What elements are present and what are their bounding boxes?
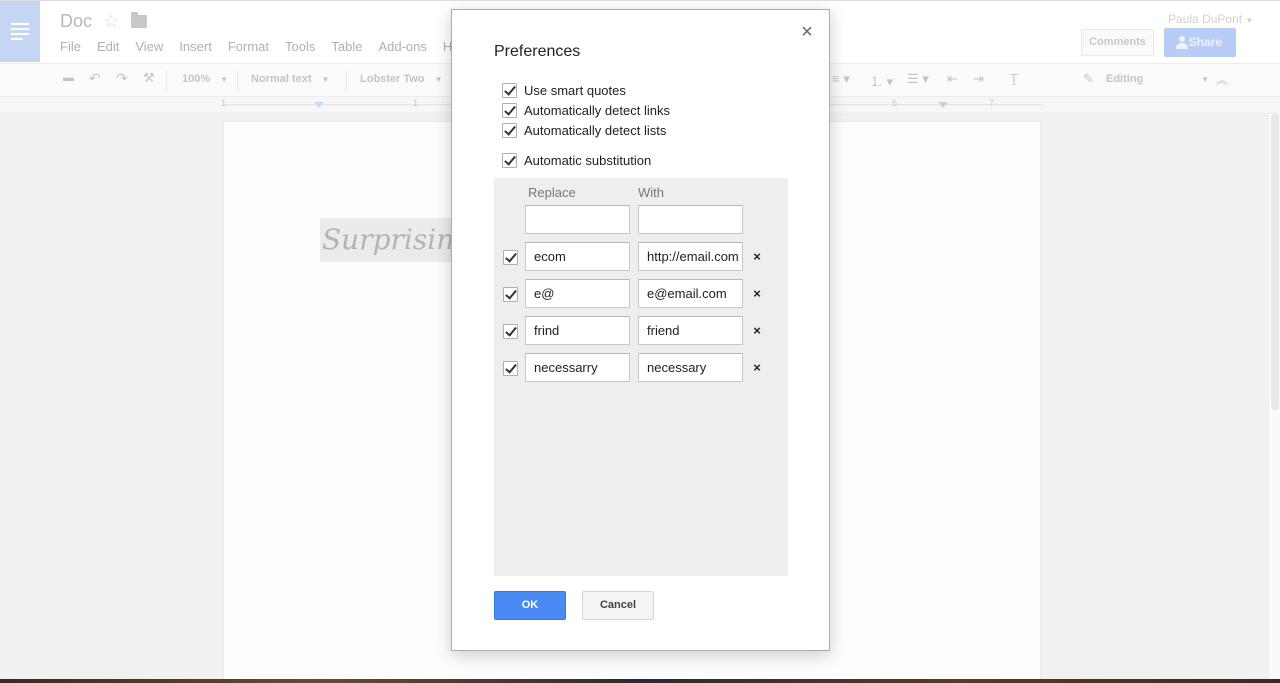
align-icon[interactable]: ≡ ▾ xyxy=(832,71,850,87)
font-select[interactable]: Lobster Two ▼ xyxy=(360,73,443,85)
clear-formatting-icon[interactable]: Ṯ xyxy=(1010,71,1018,86)
increase-indent-icon[interactable]: ⇥ xyxy=(973,71,984,87)
option-label[interactable]: Automatic substitution xyxy=(524,153,651,168)
replace-input[interactable]: frind xyxy=(525,316,630,345)
substitution-row-checkbox[interactable] xyxy=(503,324,518,339)
paint-format-icon[interactable]: ⚒ xyxy=(143,70,155,86)
with-input[interactable]: necessary xyxy=(638,353,743,382)
collapse-toolbar-icon[interactable]: ︽ xyxy=(1216,71,1228,88)
replace-input[interactable]: e@ xyxy=(525,279,630,308)
with-column-header: With xyxy=(638,185,664,200)
pencil-icon: ✎ xyxy=(1083,71,1094,86)
close-icon[interactable]: × xyxy=(799,22,815,42)
substitution-row-checkbox[interactable] xyxy=(503,361,518,376)
replace-input[interactable]: necessarry xyxy=(525,353,630,382)
replace-input[interactable]: ecom xyxy=(525,242,630,271)
new-with-input[interactable] xyxy=(638,205,743,234)
with-input[interactable]: e@email.com xyxy=(638,279,743,308)
delete-row-icon[interactable]: × xyxy=(752,361,762,374)
detect-links-checkbox[interactable] xyxy=(502,102,517,118)
redo-icon[interactable]: ↷ xyxy=(116,70,128,87)
print-icon[interactable]: ▬ xyxy=(63,72,74,84)
delete-row-icon[interactable]: × xyxy=(752,324,762,337)
detect-lists-checkbox[interactable] xyxy=(502,122,517,138)
replace-column-header: Replace xyxy=(528,185,576,200)
comments-button[interactable]: Comments xyxy=(1081,29,1154,56)
document-title[interactable]: Doc xyxy=(60,11,92,32)
indent-marker[interactable] xyxy=(314,102,324,108)
bulleted-list-icon[interactable]: ☰ ▾ xyxy=(907,71,929,87)
zoom-select[interactable]: 100% ▼ xyxy=(182,73,228,85)
smart-quotes-checkbox[interactable] xyxy=(502,82,517,98)
new-replace-input[interactable] xyxy=(525,205,630,234)
star-icon[interactable]: ☆ xyxy=(103,11,119,32)
ok-button[interactable]: OK xyxy=(494,591,566,620)
right-indent-marker[interactable] xyxy=(938,102,948,108)
option-detect-lists[interactable]: Automatically detect lists xyxy=(502,122,666,138)
automatic-substitution-checkbox[interactable] xyxy=(502,152,517,168)
document-text[interactable]: Surprising j xyxy=(320,218,460,262)
substitution-table: Replace With ecom http://email.com × e@ … xyxy=(494,178,788,576)
substitution-row-checkbox[interactable] xyxy=(503,287,518,302)
ruler-number: 7 xyxy=(989,98,995,108)
menu-view[interactable]: View xyxy=(135,39,163,54)
style-select[interactable]: Normal text ▼ xyxy=(251,73,329,85)
menu-format[interactable]: Format xyxy=(228,39,269,54)
editing-mode-select[interactable]: Editing ▼ xyxy=(1106,73,1209,85)
option-label[interactable]: Automatically detect lists xyxy=(524,123,666,138)
vertical-scrollbar[interactable] xyxy=(1268,114,1280,680)
preferences-dialog: × Preferences Use smart quotes Automatic… xyxy=(451,9,830,651)
scrollbar-thumb[interactable] xyxy=(1271,114,1279,410)
dialog-title: Preferences xyxy=(494,43,581,60)
option-smart-quotes[interactable]: Use smart quotes xyxy=(502,82,626,98)
undo-icon[interactable]: ↶ xyxy=(89,70,101,87)
menu-file[interactable]: File xyxy=(60,39,81,54)
ruler-number: 1 xyxy=(413,98,419,108)
delete-row-icon[interactable]: × xyxy=(752,287,762,300)
account-name[interactable]: Paula DuPont ▼ xyxy=(1168,12,1253,26)
person-icon xyxy=(1176,36,1188,49)
menu-addons[interactable]: Add-ons xyxy=(378,39,426,54)
option-detect-links[interactable]: Automatically detect links xyxy=(502,102,670,118)
substitution-row-checkbox[interactable] xyxy=(503,250,518,265)
option-label[interactable]: Use smart quotes xyxy=(524,83,626,98)
docs-home-icon[interactable] xyxy=(0,1,40,62)
menu-edit[interactable]: Edit xyxy=(97,39,119,54)
menu-table[interactable]: Table xyxy=(331,39,362,54)
desktop-strip xyxy=(0,679,1280,683)
with-input[interactable]: http://email.com xyxy=(638,242,743,271)
menu-insert[interactable]: Insert xyxy=(179,39,212,54)
numbered-list-icon[interactable]: ⒈ ▾ xyxy=(870,71,893,90)
cancel-button[interactable]: Cancel xyxy=(582,591,654,620)
delete-row-icon[interactable]: × xyxy=(752,250,762,263)
menu-tools[interactable]: Tools xyxy=(285,39,315,54)
share-button[interactable]: Share xyxy=(1164,28,1236,57)
with-input[interactable]: friend xyxy=(638,316,743,345)
option-automatic-substitution[interactable]: Automatic substitution xyxy=(502,152,651,168)
menu-bar: File Edit View Insert Format Tools Table… xyxy=(60,39,468,54)
decrease-indent-icon[interactable]: ⇤ xyxy=(947,71,958,87)
ruler-number: 1 xyxy=(221,98,227,108)
option-label[interactable]: Automatically detect links xyxy=(524,103,670,118)
folder-icon[interactable] xyxy=(131,12,147,28)
ruler-number: 6 xyxy=(892,98,898,108)
